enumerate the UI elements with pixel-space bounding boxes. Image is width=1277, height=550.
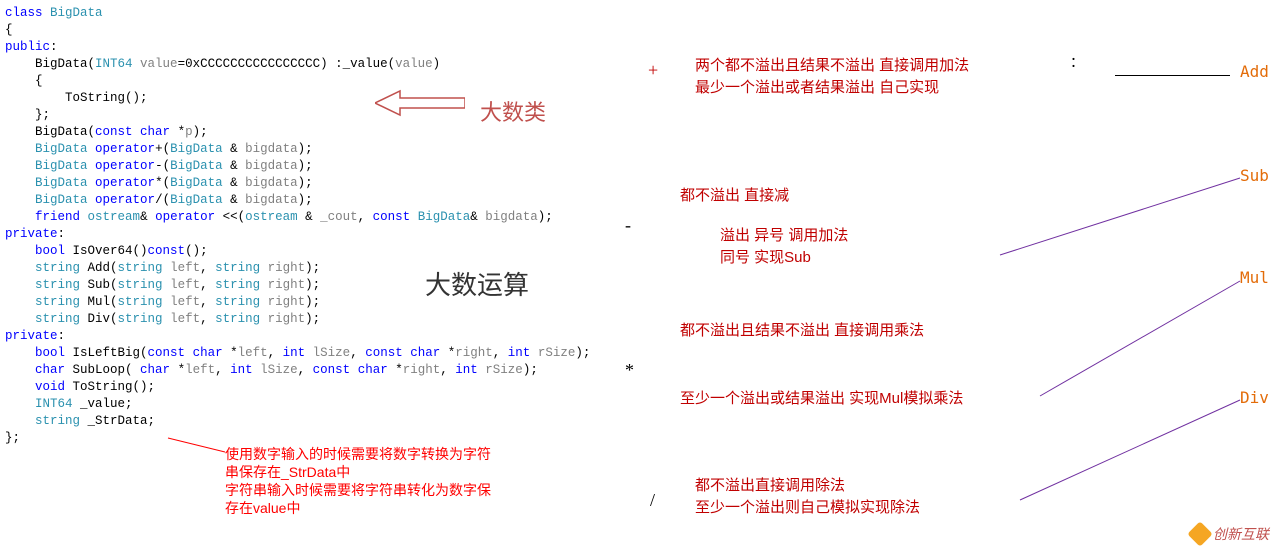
div-label: Div: [1240, 388, 1269, 407]
minus-line-2: 溢出 异号 调用加法: [720, 227, 848, 244]
plus-separator: [1115, 75, 1230, 76]
tostring-note: 使用数字输入的时候需要将数字转换为字符 串保存在_StrData中 字符串输入时…: [225, 445, 545, 517]
note-line-1: 使用数字输入的时候需要将数字转换为字符: [225, 446, 491, 462]
plus-desc: 两个都不溢出且结果不溢出 直接调用加法 最少一个溢出或者结果溢出 自己实现: [695, 55, 969, 99]
note-line-2: 串保存在_StrData中: [225, 464, 350, 480]
plus-colon: ：: [1070, 52, 1084, 72]
minus-symbol: -: [625, 215, 631, 236]
plus-line-1: 两个都不溢出且结果不溢出 直接调用加法: [695, 57, 969, 74]
mul-desc-2: 至少一个溢出或结果溢出 实现Mul模拟乘法: [680, 388, 963, 410]
calc-label: 大数运算: [425, 265, 529, 302]
class-label: 大数类: [480, 95, 546, 127]
mul-label: Mul: [1240, 268, 1269, 287]
note-line-3: 字符串输入时候需要将字符串转化为数字保: [225, 482, 491, 498]
left-arrow-icon: [375, 88, 465, 118]
div-desc: 都不溢出直接调用除法 至少一个溢出则自己模拟实现除法: [695, 475, 920, 519]
note-line-4: 存在value中: [225, 500, 300, 516]
watermark-logo-icon: [1187, 521, 1212, 546]
plus-symbol: +: [648, 60, 658, 81]
add-label: Add: [1240, 62, 1269, 81]
div-symbol: /: [650, 490, 655, 511]
mul-symbol: *: [625, 360, 634, 381]
sub-label: Sub: [1240, 166, 1269, 185]
minus-line-3: 同号 实现Sub: [720, 249, 811, 266]
watermark: 创新互联: [1191, 524, 1269, 544]
minus-desc-2: 溢出 异号 调用加法 同号 实现Sub: [720, 225, 848, 269]
mul-desc-1: 都不溢出且结果不溢出 直接调用乘法: [680, 320, 924, 342]
plus-line-2: 最少一个溢出或者结果溢出 自己实现: [695, 79, 939, 96]
watermark-text: 创新互联: [1213, 524, 1269, 544]
operations-pane: + 两个都不溢出且结果不溢出 直接调用加法 最少一个溢出或者结果溢出 自己实现 …: [620, 0, 1270, 550]
div-line-1: 都不溢出直接调用除法: [695, 477, 845, 494]
minus-desc-1: 都不溢出 直接减: [680, 185, 789, 207]
div-line-2: 至少一个溢出则自己模拟实现除法: [695, 499, 920, 516]
